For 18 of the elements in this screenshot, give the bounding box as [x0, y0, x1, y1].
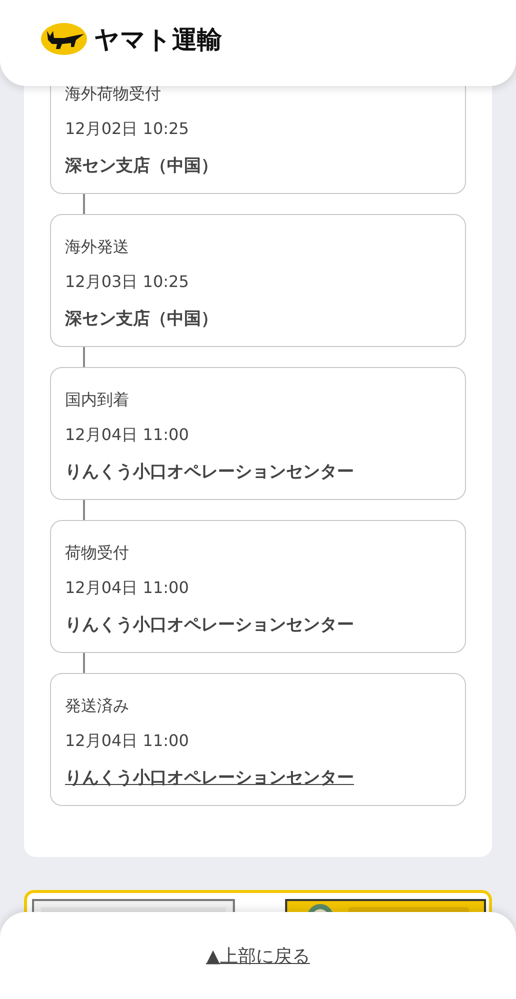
- event-status: 海外発送: [65, 236, 130, 258]
- back-to-top-link[interactable]: ▲上部に戻る: [206, 944, 310, 968]
- event-location: りんくう小口オペレーションセンター: [65, 614, 355, 636]
- event-status: 発送済み: [65, 695, 130, 717]
- event-datetime: 12月04日 11:00: [65, 577, 190, 599]
- event-location: 深セン支店（中国）: [65, 155, 219, 177]
- cat-logo-icon: [40, 22, 88, 56]
- event-location: りんくう小口オペレーションセンター: [65, 461, 355, 483]
- event-datetime: 12月04日 11:00: [65, 424, 190, 446]
- event-datetime: 12月04日 11:00: [65, 730, 190, 752]
- event-status: 海外荷物受付: [65, 83, 162, 105]
- event-location: 深セン支店（中国）: [65, 308, 219, 330]
- event-datetime: 12月03日 10:25: [65, 271, 190, 293]
- event-status: 荷物受付: [65, 542, 130, 564]
- event-datetime: 12月02日 10:25: [65, 118, 190, 140]
- company-name: ヤマト運輸: [94, 24, 222, 56]
- event-status: 国内到着: [65, 389, 130, 411]
- location-link[interactable]: りんくう小口オペレーションセンター: [65, 767, 354, 789]
